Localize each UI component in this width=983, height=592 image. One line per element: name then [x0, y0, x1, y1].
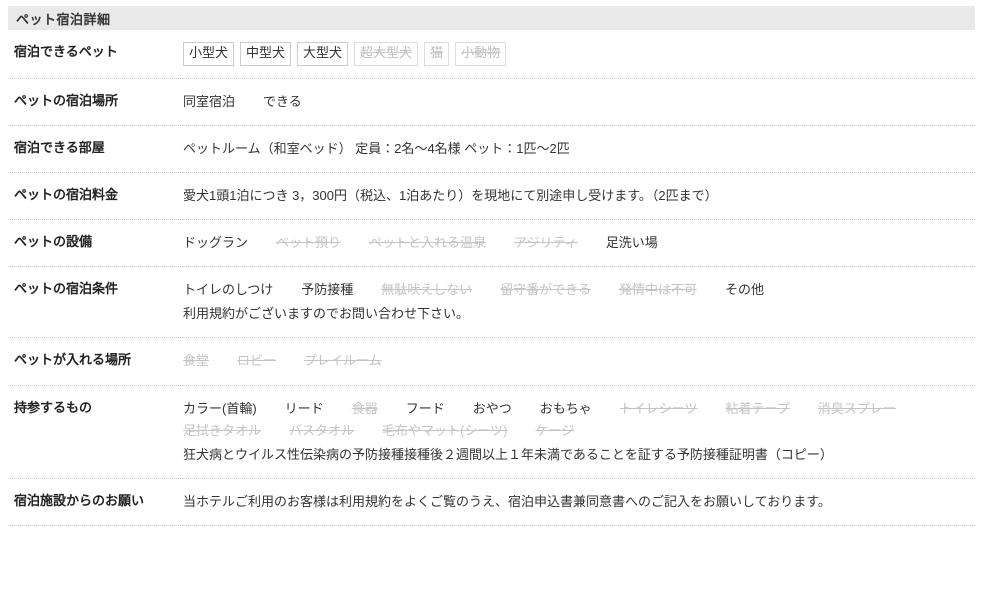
option-word-list: カラー(首輪) リード 食器 フード おやつ おもちゃ トイレシーツ 粘着テープ 消臭スプレー足… — [183, 398, 967, 442]
row-value-0: 小型犬 中型犬 大型犬 超大型犬猫小動物 — [183, 30, 975, 78]
section-header: ペット宿泊詳細 — [8, 6, 975, 30]
option-word: 発情中は不可 — [619, 282, 698, 298]
pet-type-chip: 大型犬 — [297, 42, 349, 66]
pet-type-chip: 猫 — [424, 42, 450, 66]
row-value-3: 愛犬1頭1泊につき 3，300円（税込、1泊あたり）を現地にて別途申し受けます。… — [183, 173, 975, 220]
option-word: トイレシーツ — [619, 400, 698, 416]
option-word: ペット預り — [276, 235, 342, 251]
option-word: 留守番ができる — [500, 282, 592, 298]
pet-type-chip: 小型犬 — [183, 42, 235, 66]
row-value-5: トイレのしつけ 予防接種 無駄吠えしない 留守番ができる 発情中は不可 その他利用規約がご… — [183, 267, 975, 338]
option-word: おもちゃ — [539, 400, 592, 416]
row-value-6: 食堂 ロビー プレイルーム — [183, 338, 975, 385]
pet-type-chip: 中型犬 — [240, 42, 292, 66]
option-word-list: トイレのしつけ 予防接種 無駄吠えしない 留守番ができる 発情中は不可 その他 — [183, 279, 967, 301]
row-label-8: 宿泊施設からのお願い — [14, 492, 145, 508]
option-word: ロビー — [237, 353, 277, 369]
row-label-3: ペットの宿泊料金 — [14, 187, 119, 203]
pet-detail-table: 宿泊できるペット 小型犬 中型犬 大型犬 超大型犬猫小動物ペットの宿泊場所 同室宿泊 できる… — [8, 30, 975, 526]
option-word-list: 同室宿泊 できる — [183, 91, 967, 113]
option-word: その他 — [725, 282, 765, 298]
row-value-4: ドッグラン ペット預り ペットと入れる温泉 アジリティ 足洗い場 — [183, 220, 975, 267]
option-word: 粘着テープ — [725, 400, 790, 416]
table-row: ペットが入れる場所 食堂 ロビー プレイルーム — [8, 338, 975, 385]
pet-type-chip: 超大型犬 — [354, 42, 419, 66]
option-word: おやつ — [472, 400, 512, 416]
option-word: ドッグラン — [183, 235, 249, 251]
option-word: できる — [263, 93, 302, 109]
option-word: プレイルーム — [304, 353, 382, 369]
table-row: 宿泊できるペット 小型犬 中型犬 大型犬 超大型犬猫小動物 — [8, 30, 975, 79]
row-value-7: カラー(首輪) リード 食器 フード おやつ おもちゃ トイレシーツ 粘着テープ 消臭スプレー足… — [183, 385, 975, 478]
table-row: 持参するもの カラー(首輪) リード 食器 フード おやつ おもちゃ トイレシーツ 粘着テープ 消… — [8, 385, 975, 479]
row-note: 利用規約がございますのでお問い合わせ下さい。 — [183, 306, 470, 322]
table-row: ペットの設備 ドッグラン ペット預り ペットと入れる温泉 アジリティ 足洗い場 — [8, 220, 975, 267]
table-row: ペットの宿泊場所 同室宿泊 できる — [8, 78, 975, 126]
row-label-6: ペットが入れる場所 — [14, 352, 132, 368]
row-label-7: 持参するもの — [14, 399, 93, 415]
option-word-list: ドッグラン ペット預り ペットと入れる温泉 アジリティ 足洗い場 — [183, 232, 967, 254]
row-value-1: 同室宿泊 できる — [183, 78, 975, 125]
option-word: 足洗い場 — [605, 235, 658, 251]
row-label-2: 宿泊できる部屋 — [14, 139, 105, 155]
option-word: 予防接種 — [301, 282, 354, 298]
pet-accommodation-detail-page: ペット宿泊詳細 宿泊できるペット 小型犬 中型犬 大型犬 超大型犬猫小動物ペットの宿泊場… — [0, 0, 983, 592]
pet-detail-table-body: 宿泊できるペット 小型犬 中型犬 大型犬 超大型犬猫小動物ペットの宿泊場所 同室宿泊 できる… — [8, 30, 975, 526]
row-value-2: ペットルーム（和室ベッド） 定員：2名〜4名様 ペット：1匹〜2匹 — [183, 125, 975, 172]
option-word: バスタオル — [289, 422, 355, 438]
option-word: 足拭きタオル — [183, 422, 262, 438]
option-word: フード — [405, 400, 445, 416]
row-label-4: ペットの設備 — [14, 234, 93, 250]
option-word: 毛布やマット(シーツ) — [382, 422, 508, 438]
row-text: ペットルーム（和室ベッド） 定員：2名〜4名様 ペット：1匹〜2匹 — [183, 140, 570, 156]
table-row: 宿泊できる部屋 ペットルーム（和室ベッド） 定員：2名〜4名様 ペット：1匹〜2匹 — [8, 125, 975, 173]
option-word: カラー(首輪) — [183, 400, 257, 416]
row-text: 愛犬1頭1泊につき 3，300円（税込、1泊あたり）を現地にて別途申し受けます。… — [183, 188, 718, 204]
row-label-5: ペットの宿泊条件 — [14, 281, 119, 297]
option-word: 同室宿泊 — [183, 93, 236, 109]
row-text: 当ホテルご利用のお客様は利用規約をよくご覧のうえ、宿泊申込書兼同意書へのご記入を… — [183, 493, 831, 509]
option-word-list: 食堂 ロビー プレイルーム — [183, 350, 967, 372]
option-word: 食器 — [351, 400, 378, 416]
option-word: 無駄吠えしない — [381, 282, 473, 298]
option-word: ケージ — [535, 422, 575, 438]
row-value-8: 当ホテルご利用のお客様は利用規約をよくご覧のうえ、宿泊申込書兼同意書へのご記入を… — [183, 478, 975, 525]
option-word: アジリティ — [514, 235, 578, 251]
row-note: 狂犬病とウイルス性伝染病の予防接種接種後２週間以上１年未満であることを証する予防… — [183, 446, 833, 462]
table-row: 宿泊施設からのお願い 当ホテルご利用のお客様は利用規約をよくご覧のうえ、宿泊申込書… — [8, 478, 975, 526]
table-row: ペットの宿泊条件 トイレのしつけ 予防接種 無駄吠えしない 留守番ができる 発情中は不可 そ… — [8, 267, 975, 338]
pet-type-chip: 小動物 — [455, 42, 507, 66]
option-word: トイレのしつけ — [183, 282, 274, 298]
option-word: ペットと入れる温泉 — [369, 235, 487, 251]
option-word: 消臭スプレー — [817, 400, 896, 416]
row-label-1: ペットの宿泊場所 — [14, 92, 119, 108]
section-title: ペット宿泊詳細 — [16, 11, 111, 27]
chip-list: 小型犬 中型犬 大型犬 超大型犬猫小動物 — [183, 42, 967, 66]
row-label-0: 宿泊できるペット — [14, 44, 118, 59]
option-word: リード — [284, 400, 324, 416]
option-word: 食堂 — [183, 353, 210, 369]
table-row: ペットの宿泊料金 愛犬1頭1泊につき 3，300円（税込、1泊あたり）を現地にて別… — [8, 173, 975, 220]
